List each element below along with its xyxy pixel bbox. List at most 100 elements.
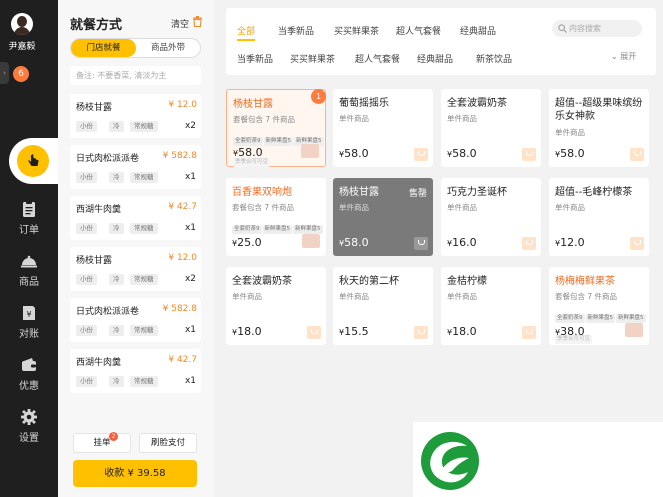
subcategory-tab[interactable]: 新茶饮品 xyxy=(476,52,512,65)
cart-add-icon[interactable] xyxy=(522,148,536,161)
nav-orders-label: 订单 xyxy=(19,225,39,236)
order-item[interactable]: 西湖牛肉羹 ¥ 42.7 小份 冷常规糖 x1 xyxy=(70,196,201,240)
product-name: 巧克力圣诞杯 xyxy=(447,187,507,198)
cart-add-icon[interactable] xyxy=(414,148,428,161)
subcategory-tab[interactable]: 经典甜品 xyxy=(417,52,453,65)
product-price-value: 38.0 xyxy=(560,325,585,338)
product-card[interactable]: 秋天的第二杯 单件商品 ¥15.5 xyxy=(333,267,433,345)
product-subtitle: 单件商品 xyxy=(232,292,262,301)
face-pay-button[interactable]: 刷脸支付 xyxy=(139,433,197,453)
cart-add-icon[interactable] xyxy=(522,326,536,339)
product-card[interactable]: 杨梅梅鲜果茶 套餐包含 7 件商品 全套奶茶9 新鲜果盘5 新鲜果盘5季季合可可豆 ¥38… xyxy=(549,267,649,345)
cart-add-icon[interactable] xyxy=(414,326,428,339)
order-item-price: ¥ 42.7 xyxy=(168,355,197,365)
category-tab[interactable]: 全部 xyxy=(237,24,256,41)
product-subtitle: 单件商品 xyxy=(447,114,477,123)
product-name: 百香果双响炮 xyxy=(232,187,292,198)
product-price: ¥38.0 xyxy=(555,325,585,338)
product-price: ¥15.5 xyxy=(339,325,369,338)
nav-products[interactable]: 商品 xyxy=(0,252,58,288)
category-tab[interactable]: 当季新品 xyxy=(278,24,314,37)
product-price-value: 58.0 xyxy=(452,147,477,160)
product-card[interactable]: 超值--超级果味缤纷乐女神款 单件商品 ¥58.0 xyxy=(549,89,649,167)
order-item-qty: x1 xyxy=(184,376,196,386)
nav-settings-label: 设置 xyxy=(19,433,39,444)
pending-orders-badge[interactable]: 6 xyxy=(13,66,29,82)
category-tab[interactable]: 买买鲜果茶 xyxy=(334,24,379,37)
clear-order-button[interactable]: 清空 xyxy=(171,17,189,30)
pointer-hand-icon[interactable] xyxy=(17,145,49,177)
product-card[interactable]: 杨枝甘露 单件商品 ¥58.0 售罄 xyxy=(333,178,433,256)
order-item-tag: 冷 xyxy=(109,274,124,285)
product-name: 超值--超级果味缤纷乐女神款 xyxy=(555,98,643,122)
wallet-icon xyxy=(22,358,36,371)
product-price-value: 16.0 xyxy=(452,236,477,249)
checkout-button[interactable]: 收款 ¥ 39.58 xyxy=(73,460,197,487)
product-price: ¥18.0 xyxy=(447,325,477,338)
product-price: ¥16.0 xyxy=(447,236,477,249)
product-card[interactable]: 杨枝甘露 套餐包含 7 件商品 全套奶茶9 新鲜果盘5 新鲜果盘5季季合可可豆 ¥58.0… xyxy=(226,89,326,167)
nav-settings[interactable]: 设置 xyxy=(0,408,58,444)
cart-add-icon[interactable] xyxy=(414,237,428,250)
product-tag: 新鲜果盘5 xyxy=(293,225,323,234)
order-item[interactable]: 杨枝甘露 ¥ 12.0 小份 冷常规糖 x2 xyxy=(70,94,201,138)
dining-mode-title: 就餐方式 xyxy=(70,18,123,33)
order-item-tag: 冷 xyxy=(109,121,124,132)
product-name: 葡萄摇摇乐 xyxy=(339,98,389,109)
dining-mode-tabs: 门店就餐 商品外带 xyxy=(70,38,201,58)
order-item-tag: 小份 xyxy=(76,325,97,336)
cart-add-icon[interactable] xyxy=(630,148,644,161)
product-price: ¥58.0 xyxy=(447,147,477,160)
order-item-name: 杨枝甘露 xyxy=(76,256,113,266)
product-card[interactable]: 全套波霸奶茶 单件商品 ¥18.0 xyxy=(226,267,326,345)
product-name: 超值--毛峰柠檬茶 xyxy=(555,187,633,198)
product-card[interactable]: 巧克力圣诞杯 单件商品 ¥16.0 xyxy=(441,178,541,256)
product-price-value: 15.5 xyxy=(344,325,369,338)
nav-discount-label: 优惠 xyxy=(19,381,39,392)
order-item-name: 日式肉松派派卷 xyxy=(76,307,140,317)
order-item[interactable]: 杨枝甘露 ¥ 12.0 小份 冷常规糖 x2 xyxy=(70,247,201,291)
subcategory-tab[interactable]: 买买鲜果茶 xyxy=(290,52,335,65)
category-tab[interactable]: 超人气套餐 xyxy=(396,24,441,37)
gear-icon xyxy=(21,409,37,425)
subcategory-tab[interactable]: 超人气套餐 xyxy=(355,52,400,65)
product-price: ¥58.0 xyxy=(339,147,369,160)
order-item-tag: 常规糖 xyxy=(130,172,158,183)
product-card[interactable]: 超值--毛峰柠檬茶 单件商品 ¥12.0 xyxy=(549,178,649,256)
avatar[interactable] xyxy=(11,13,33,35)
product-card[interactable]: 全套波霸奶茶 单件商品 ¥58.0 xyxy=(441,89,541,167)
cart-add-icon[interactable] xyxy=(522,237,536,250)
order-item[interactable]: 日式肉松派派卷 ¥ 582.8 小份 冷常规糖 x1 xyxy=(70,298,201,342)
nav-discount[interactable]: 优惠 xyxy=(0,356,58,392)
nav-orders[interactable]: 订单 xyxy=(0,200,58,236)
order-note-input[interactable]: 备注: 不要香菜, 清淡为主 xyxy=(70,66,201,85)
product-name: 杨枝甘露 xyxy=(233,99,273,110)
tab-takeout[interactable]: 商品外带 xyxy=(136,39,200,57)
order-item[interactable]: 日式肉松派派卷 ¥ 582.8 小份 冷常规糖 x1 xyxy=(70,145,201,189)
product-card[interactable]: 葡萄摇摇乐 单件商品 ¥58.0 xyxy=(333,89,433,167)
nav-reconcile[interactable]: ¥ 对账 xyxy=(0,304,58,340)
order-item-tag: 常规糖 xyxy=(130,223,158,234)
category-tab[interactable]: 经典甜品 xyxy=(460,24,496,37)
product-card[interactable]: 金桔柠檬 单件商品 ¥18.0 xyxy=(441,267,541,345)
trash-icon[interactable] xyxy=(193,16,202,27)
cart-add-icon[interactable] xyxy=(630,237,644,250)
product-tag: 全套奶茶9 xyxy=(233,137,263,146)
order-item-price: ¥ 12.0 xyxy=(168,100,197,110)
tab-dine-in[interactable]: 门店就餐 xyxy=(71,39,136,57)
subcategory-tab[interactable]: 当季新品 xyxy=(237,52,273,65)
order-item-price: ¥ 582.8 xyxy=(162,304,197,314)
cart-add-icon[interactable] xyxy=(307,326,321,339)
product-card[interactable]: 百香果双响炮 套餐包含 7 件商品 全套奶茶9 新鲜果盘5 新鲜果盘5 ¥25.0 xyxy=(226,178,326,256)
user-name: 尹嘉毅 xyxy=(8,42,36,52)
order-item-tag: 小份 xyxy=(76,121,97,132)
product-price-value: 58.0 xyxy=(344,147,369,160)
order-item[interactable]: 西湖牛肉羹 ¥ 42.7 小份 冷常规糖 x1 xyxy=(70,349,201,393)
sidebar-expand-handle[interactable]: › xyxy=(0,62,9,84)
order-item-name: 西湖牛肉羹 xyxy=(76,205,122,215)
expand-categories-button[interactable]: ⌄ 展开 xyxy=(611,51,636,62)
hang-order-button[interactable]: 挂单 xyxy=(73,433,131,453)
search-input[interactable]: 内容搜索 xyxy=(552,20,642,37)
order-item-name: 杨枝甘露 xyxy=(76,103,113,113)
order-item-name: 日式肉松派派卷 xyxy=(76,154,140,164)
